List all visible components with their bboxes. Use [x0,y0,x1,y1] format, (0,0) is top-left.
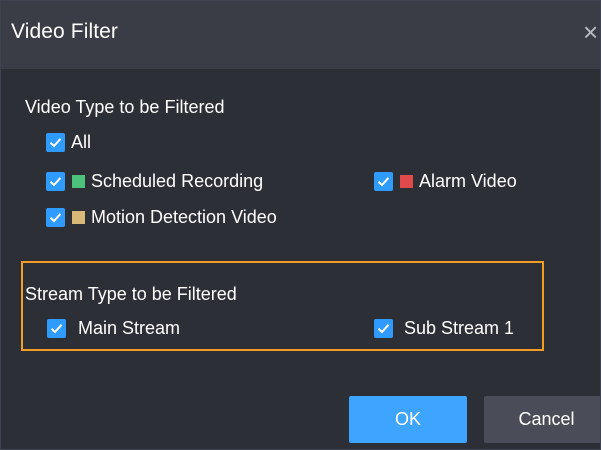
cancel-button[interactable]: Cancel [484,396,600,443]
check-icon[interactable] [46,207,65,227]
scheduled-recording-color-swatch [72,174,85,188]
motion-detection-video-label: Motion Detection Video [91,206,277,227]
alarm-video-color-swatch [400,174,413,188]
checkbox-motion-detection-video[interactable]: Motion Detection Video [46,205,277,229]
check-icon[interactable] [46,171,65,191]
sub-stream-1-label: Sub Stream 1 [404,317,515,338]
video-type-label: Video Type to be Filtered [25,97,225,117]
video-filter-dialog: Video Filter × Video Type to be Filtered… [0,0,601,450]
checkbox-scheduled-recording[interactable]: Scheduled Recording [46,169,263,193]
motion-detection-color-swatch [72,210,85,224]
checkbox-all[interactable]: All [46,130,91,154]
main-stream-label: Main Stream [78,317,181,338]
stream-type-label: Stream Type to be Filtered [25,284,237,304]
dialog-title: Video Filter [11,20,119,43]
scheduled-recording-label: Scheduled Recording [91,170,264,191]
dialog-titlebar: Video Filter × [1,1,600,69]
checkbox-all-label: All [71,131,92,152]
check-icon[interactable] [374,318,393,338]
check-icon[interactable] [46,132,65,152]
ok-button[interactable]: OK [349,396,467,443]
check-icon[interactable] [47,318,66,338]
check-icon[interactable] [374,171,393,191]
checkbox-alarm-video[interactable]: Alarm Video [374,169,517,193]
close-icon[interactable]: × [583,17,600,47]
checkbox-sub-stream-1[interactable]: Sub Stream 1 [374,316,514,340]
checkbox-main-stream[interactable]: Main Stream [47,316,180,340]
alarm-video-label: Alarm Video [419,170,517,191]
